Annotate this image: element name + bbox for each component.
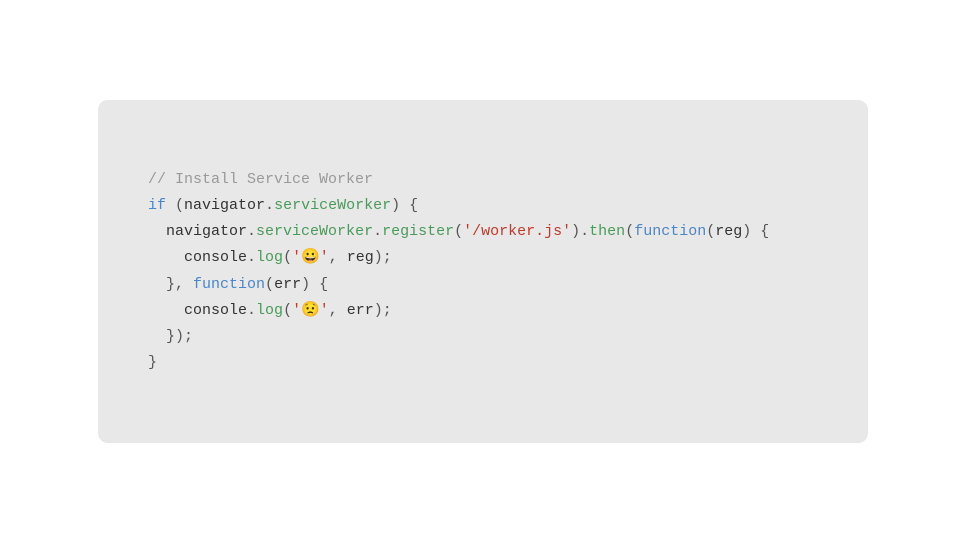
keyword-if: if: [148, 197, 166, 214]
string-worker: '/worker.js': [463, 223, 571, 240]
console2: console: [184, 302, 247, 319]
param-err2: err: [347, 302, 374, 319]
console1: console: [184, 249, 247, 266]
keyword-function: function: [634, 223, 706, 240]
keyword-function2: function: [193, 276, 265, 293]
punct: (: [166, 197, 184, 214]
method-then: then: [589, 223, 625, 240]
string-emoji1: '😀': [292, 249, 329, 266]
string-emoji2: '😟': [292, 302, 329, 319]
param-reg: reg: [715, 223, 742, 240]
method-register: register: [382, 223, 454, 240]
method-log1: log: [256, 249, 283, 266]
param-err: err: [274, 276, 301, 293]
prop-serviceWorker: serviceWorker: [274, 197, 391, 214]
method-log2: log: [256, 302, 283, 319]
param-reg2: reg: [347, 249, 374, 266]
code-container: // Install Service Worker if (navigator.…: [98, 100, 868, 443]
object-navigator: navigator: [184, 197, 265, 214]
prop-sw: serviceWorker: [256, 223, 373, 240]
navigator2: navigator: [166, 223, 247, 240]
line-comment: // Install Service Worker: [148, 171, 373, 188]
code-block: // Install Service Worker if (navigator.…: [148, 140, 818, 403]
